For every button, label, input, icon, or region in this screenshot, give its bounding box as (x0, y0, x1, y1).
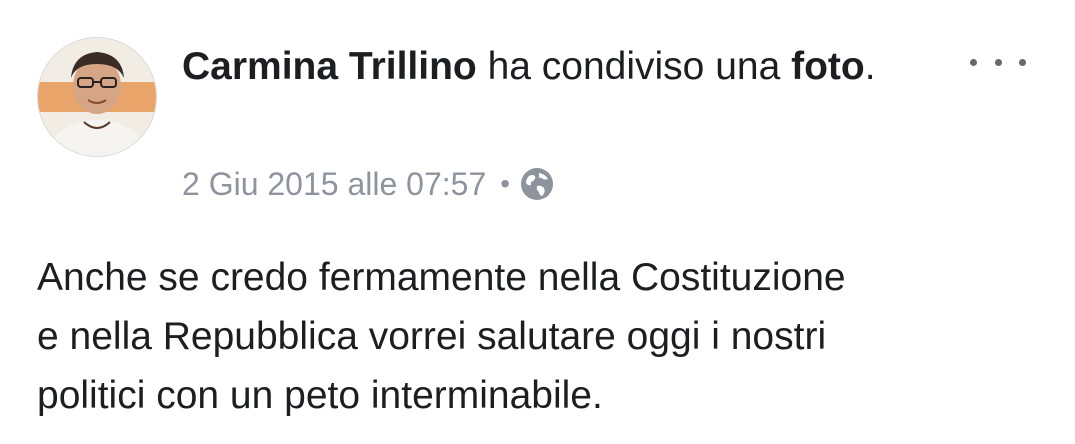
author-avatar[interactable] (37, 37, 157, 157)
more-options-icon (970, 58, 977, 66)
post-body-text: Anche se credo fermamente nella Costituz… (37, 256, 846, 417)
meta-separator: • (500, 168, 511, 199)
globe-icon[interactable] (520, 167, 554, 201)
post-header: Carmina Trillino ha condiviso una foto. (182, 40, 942, 94)
avatar-photo (38, 38, 156, 156)
facebook-post: Carmina Trillino ha condiviso una foto. … (0, 0, 1075, 444)
more-options-button[interactable] (970, 44, 1026, 80)
photo-link[interactable]: foto (791, 45, 865, 88)
more-options-icon-dot (1019, 58, 1026, 66)
more-options-icon-dot (994, 58, 1002, 66)
action-end: . (864, 45, 876, 88)
action-text: ha condiviso una (476, 45, 792, 88)
post-meta: 2 Giu 2015 alle 07:57 • (182, 162, 554, 206)
author-name-link[interactable]: Carmina Trillino (182, 45, 477, 88)
post-timestamp[interactable]: 2 Giu 2015 alle 07:57 (182, 166, 486, 203)
